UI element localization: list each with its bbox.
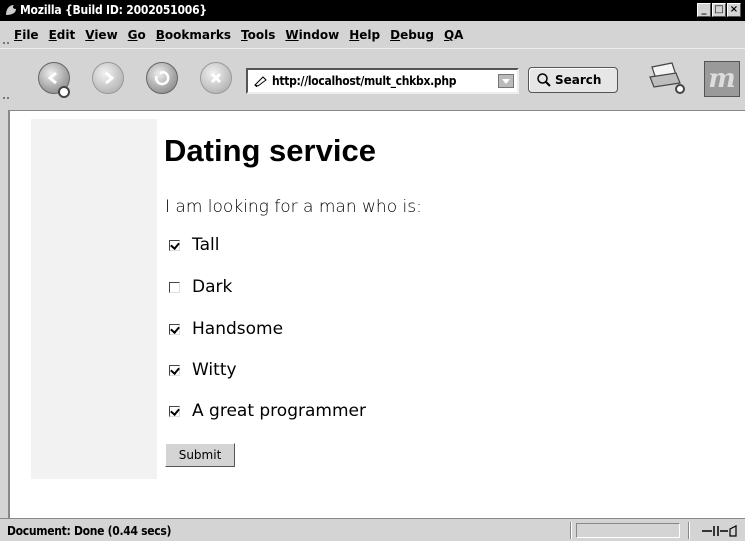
option-label: A great programmer [192, 401, 366, 421]
back-icon [47, 71, 57, 85]
checkbox-tall[interactable] [169, 239, 180, 251]
close-button[interactable]: × [727, 3, 741, 17]
submit-button[interactable]: Submit [165, 443, 235, 467]
reload-button[interactable] [146, 62, 178, 94]
browser-window: Mozilla {Build ID: 2002051006} _ □ × Fil… [0, 0, 745, 541]
checkbox-dark[interactable] [169, 281, 180, 293]
title-bar: Mozilla {Build ID: 2002051006} _ □ × [0, 0, 745, 21]
menu-tools[interactable]: Tools [241, 28, 275, 42]
status-bar: Document: Done (0.44 secs) [0, 518, 745, 541]
menu-edit[interactable]: Edit [49, 28, 76, 42]
forward-icon [105, 71, 115, 85]
minimize-button[interactable]: _ [697, 3, 711, 17]
checkbox-witty[interactable] [169, 364, 180, 376]
magnifier-icon [537, 73, 551, 87]
online-status-icon[interactable] [700, 523, 740, 538]
option-label: Tall [192, 235, 220, 255]
url-text[interactable]: http://localhost/mult_chkbx.php [272, 74, 456, 88]
status-divider [570, 522, 571, 539]
menu-debug[interactable]: Debug [390, 28, 434, 42]
menu-view[interactable]: View [85, 28, 117, 42]
mozilla-icon [6, 5, 16, 15]
option-great-programmer[interactable]: A great programmer [169, 401, 366, 421]
toolbar-grip[interactable] [3, 95, 9, 99]
option-dark[interactable]: Dark [169, 277, 232, 297]
maximize-button[interactable]: □ [712, 3, 726, 17]
search-label: Search [555, 73, 602, 87]
status-text: Document: Done (0.44 secs) [7, 524, 172, 538]
option-witty[interactable]: Witty [169, 360, 237, 380]
reload-icon [154, 70, 170, 86]
menu-window[interactable]: Window [285, 28, 339, 42]
menu-bookmarks[interactable]: Bookmarks [156, 28, 231, 42]
checkbox-great-programmer[interactable] [169, 405, 180, 417]
page-viewport: Dating service I am looking for a man wh… [8, 110, 745, 518]
search-button[interactable]: Search [528, 67, 618, 93]
throbber-logo[interactable]: m [704, 61, 740, 97]
stop-button[interactable] [200, 62, 232, 94]
back-history-dropdown[interactable] [58, 86, 70, 98]
checkbox-handsome[interactable] [169, 323, 180, 335]
option-handsome[interactable]: Handsome [169, 319, 283, 339]
page-proxy-icon [254, 76, 267, 87]
page-title: Dating service [164, 133, 376, 168]
menu-file[interactable]: File [14, 28, 39, 42]
navigation-toolbar: http://localhost/mult_chkbx.php Search m [0, 48, 745, 110]
option-tall[interactable]: Tall [169, 235, 219, 255]
status-progress [576, 523, 680, 538]
menu-bar: File Edit View Go Bookmarks Tools Window… [0, 21, 745, 48]
forward-button[interactable] [92, 62, 124, 94]
menu-grip[interactable] [3, 40, 9, 44]
left-column [31, 119, 157, 479]
stop-icon [210, 72, 222, 84]
print-icon[interactable] [646, 59, 688, 95]
option-label: Witty [192, 360, 237, 380]
url-bar[interactable]: http://localhost/mult_chkbx.php [246, 68, 519, 94]
menu-go[interactable]: Go [128, 28, 146, 42]
option-label: Dark [192, 277, 233, 297]
window-title: Mozilla {Build ID: 2002051006} [20, 3, 207, 17]
option-label: Handsome [192, 319, 284, 339]
menu-help[interactable]: Help [349, 28, 380, 42]
url-history-dropdown[interactable] [498, 74, 514, 88]
status-divider [688, 522, 689, 539]
menu-qa[interactable]: QA [444, 28, 464, 42]
form-prompt: I am looking for a man who is: [165, 197, 422, 217]
